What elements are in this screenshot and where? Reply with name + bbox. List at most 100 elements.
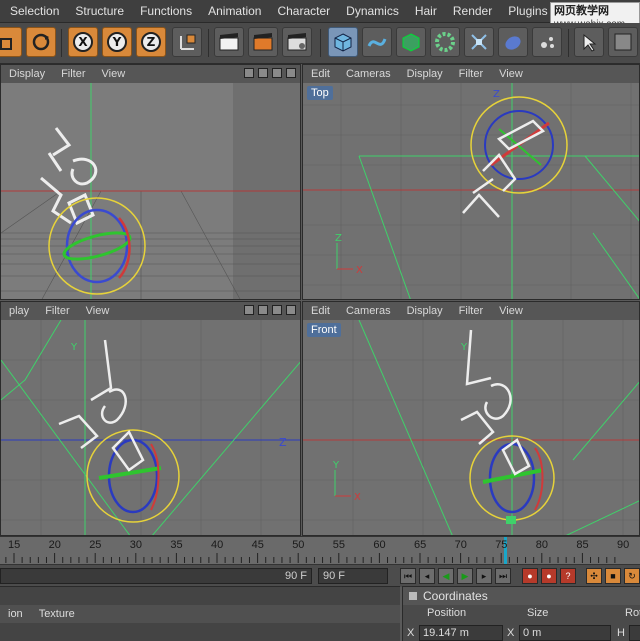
timeline-tick-label: 45	[251, 539, 264, 551]
menu-item-dynamics[interactable]: Dynamics	[338, 4, 407, 18]
top-menu-view[interactable]: View	[491, 68, 531, 80]
timeline-tick-label: 70	[454, 539, 467, 551]
top-menu-filter[interactable]: Filter	[451, 68, 491, 80]
menu-item-functions[interactable]: Functions	[132, 4, 200, 18]
camera-button[interactable]	[532, 27, 562, 57]
goto-start-button[interactable]: ⏮	[400, 568, 416, 584]
front-menu-display[interactable]: Display	[399, 305, 451, 317]
viewport-nav-icons	[244, 68, 296, 78]
watermark-title: 网页教学网	[554, 5, 609, 17]
end-frame-field[interactable]: 90 F	[0, 568, 312, 584]
panel-tab-texture[interactable]: Texture	[31, 608, 83, 620]
menu-item-animation[interactable]: Animation	[200, 4, 269, 18]
menu-item-render[interactable]: Render	[445, 4, 500, 18]
position-column-header: Position	[427, 607, 467, 619]
rotate-view-icon[interactable]	[272, 68, 282, 78]
render-view-button[interactable]	[214, 27, 244, 57]
svg-text:X: X	[356, 265, 363, 276]
right-viewport[interactable]: play Filter View Y Z	[0, 301, 301, 536]
front-menu-filter[interactable]: Filter	[451, 305, 491, 317]
nurbs-button[interactable]	[396, 27, 426, 57]
perspective-menu-display[interactable]: Display	[1, 68, 53, 80]
array-button[interactable]	[430, 27, 460, 57]
size-x-label: X	[507, 627, 515, 639]
rotation-h-field[interactable]	[629, 625, 640, 641]
record-position-button[interactable]: ✣	[586, 568, 602, 584]
main-toolbar: X Y Z	[0, 23, 640, 64]
timeline-ruler[interactable]: 15 20 25 30 35 40 45 50 55 60 65 70 75 80 85 90	[0, 536, 640, 565]
main-menubar: Selection Structure Functions Animation Char…	[0, 0, 640, 23]
svg-text:Z: Z	[335, 233, 342, 244]
deformer-button[interactable]	[464, 27, 494, 57]
front-menu-edit[interactable]: Edit	[303, 305, 338, 317]
zoom-view-icon[interactable]	[258, 68, 268, 78]
render-picture-viewer-button[interactable]	[248, 27, 278, 57]
rotate-tool-button[interactable]	[26, 27, 56, 57]
y-axis-lock-button[interactable]: Y	[102, 27, 132, 57]
select-cursor-button[interactable]	[574, 27, 604, 57]
floor-icon	[505, 36, 521, 50]
coordinate-system-button[interactable]	[172, 27, 202, 57]
top-viewport[interactable]: Edit Cameras Display Filter View Z X Z Top	[302, 64, 640, 300]
top-viewport-menu: Edit Cameras Display Filter View	[303, 65, 639, 84]
goto-end-button[interactable]: ⏭	[495, 568, 511, 584]
scale-icon	[0, 38, 12, 50]
front-viewport[interactable]: Edit Cameras Display Filter View Y X Y Fr	[302, 301, 640, 536]
next-key-button[interactable]: ▸	[476, 568, 492, 584]
right-menu-play[interactable]: play	[1, 305, 37, 317]
front-menu-cameras[interactable]: Cameras	[338, 305, 399, 317]
x-axis-icon: X	[73, 32, 93, 52]
right-menu-filter[interactable]: Filter	[37, 305, 77, 317]
position-x-label: X	[407, 627, 415, 639]
perspective-menu-view[interactable]: View	[94, 68, 134, 80]
maximize-view-icon[interactable]	[286, 305, 296, 315]
record-key-button[interactable]: ●	[522, 568, 538, 584]
layout-button[interactable]	[608, 27, 638, 57]
top-menu-cameras[interactable]: Cameras	[338, 68, 399, 80]
play-backward-button[interactable]: ◀	[438, 568, 454, 584]
autokey-button[interactable]: ●	[541, 568, 557, 584]
play-forward-button[interactable]: ▶	[457, 568, 473, 584]
right-menu-view[interactable]: View	[78, 305, 118, 317]
record-rotation-button[interactable]: ↻	[624, 568, 640, 584]
svg-text:Z: Z	[493, 89, 500, 100]
spline-button[interactable]	[362, 27, 392, 57]
svg-text:Z: Z	[279, 436, 287, 449]
menu-item-character[interactable]: Character	[269, 4, 338, 18]
perspective-viewport[interactable]: Display Filter View	[0, 64, 301, 300]
cube-primitive-button[interactable]	[328, 27, 358, 57]
move-view-icon[interactable]	[244, 305, 254, 315]
render-settings-button[interactable]	[282, 27, 312, 57]
timeline-tick-label: 75	[495, 539, 508, 551]
menu-item-selection[interactable]: Selection	[0, 4, 67, 18]
layout-icon	[614, 33, 632, 51]
position-x-field[interactable]: 19.147 m	[419, 625, 503, 641]
prev-key-button[interactable]: ◂	[419, 568, 435, 584]
x-axis-lock-button[interactable]: X	[68, 27, 98, 57]
z-axis-lock-button[interactable]: Z	[136, 27, 166, 57]
menu-item-structure[interactable]: Structure	[67, 4, 132, 18]
timeline-tick-label: 60	[373, 539, 386, 551]
coordinates-header: Coordinates	[403, 587, 640, 605]
viewport-nav-icons-2	[244, 305, 296, 315]
front-menu-view[interactable]: View	[491, 305, 531, 317]
scale-tool-button[interactable]	[0, 27, 22, 57]
size-x-field[interactable]: 0 m	[519, 625, 611, 641]
environment-button[interactable]	[498, 27, 528, 57]
record-scale-button[interactable]: ■	[605, 568, 621, 584]
keyframe-selection-button[interactable]: ?	[560, 568, 576, 584]
move-view-icon[interactable]	[244, 68, 254, 78]
rotate-view-icon[interactable]	[272, 305, 282, 315]
timeline-tick-label: 40	[211, 539, 224, 551]
svg-text:Y: Y	[70, 342, 78, 353]
zoom-view-icon[interactable]	[258, 305, 268, 315]
panel-tab-ion[interactable]: ion	[0, 608, 31, 620]
top-menu-display[interactable]: Display	[399, 68, 451, 80]
y-axis-icon: Y	[107, 32, 127, 52]
perspective-menu-filter[interactable]: Filter	[53, 68, 93, 80]
max-frame-field[interactable]: 90 F	[318, 568, 388, 584]
menu-item-hair[interactable]: Hair	[407, 4, 445, 18]
menu-item-plugins[interactable]: Plugins	[500, 4, 555, 18]
maximize-view-icon[interactable]	[286, 68, 296, 78]
top-menu-edit[interactable]: Edit	[303, 68, 338, 80]
